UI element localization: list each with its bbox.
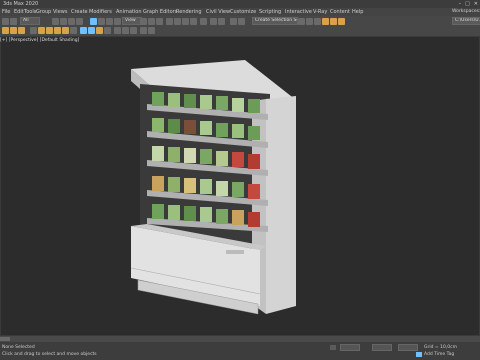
edit-named-selection-icon[interactable] [200, 18, 207, 25]
rendered-frame-window-icon[interactable] [330, 18, 337, 25]
menu-create[interactable]: Create [71, 8, 88, 16]
display-case-model[interactable] [0, 36, 480, 336]
lights-tab-icon[interactable] [96, 27, 103, 34]
grid-size: Grid = 10,0cm [424, 345, 457, 350]
use-pivot-center-icon[interactable] [140, 18, 147, 25]
align-icon[interactable] [218, 18, 225, 25]
render-production-icon[interactable] [338, 18, 345, 25]
selection-status: None Selected [2, 345, 35, 350]
create-icon[interactable] [30, 27, 37, 34]
maximize-button[interactable]: □ [465, 0, 470, 8]
light-icon[interactable] [38, 27, 45, 34]
shapes-icon[interactable] [88, 27, 95, 34]
add-time-tag[interactable]: Add Time Tag [424, 352, 454, 357]
rectangular-selection-icon[interactable] [68, 18, 75, 25]
camera-icon[interactable] [46, 27, 53, 34]
minimize-button[interactable]: – [459, 0, 462, 8]
project-path-field[interactable]: C:\Users\U...\3ds [452, 17, 480, 25]
menu-help[interactable]: Help [352, 8, 363, 16]
menu-civil-view[interactable]: Civil View [206, 8, 230, 16]
workspaces-label: Workspaces: [452, 9, 480, 14]
undo-icon[interactable] [2, 18, 9, 25]
unlink-icon[interactable] [10, 27, 17, 34]
z-coordinate-field[interactable] [398, 344, 418, 351]
select-object-icon[interactable] [52, 18, 59, 25]
snaps-toggle-icon[interactable] [166, 18, 173, 25]
space-warp-icon[interactable] [62, 27, 69, 34]
mirror-icon[interactable] [210, 18, 217, 25]
bind-space-warp-icon[interactable] [18, 27, 25, 34]
hierarchy-icon[interactable] [122, 27, 129, 34]
prompt-line: Click and drag to select and move object… [2, 352, 97, 357]
geometry-icon[interactable] [80, 27, 87, 34]
time-slider-thumb[interactable] [0, 337, 10, 341]
named-selection-set-dropdown[interactable]: Create Selection Se [252, 17, 298, 25]
select-and-place-icon[interactable] [114, 18, 121, 25]
menu-animation[interactable]: Animation [116, 8, 142, 16]
cameras-tab-icon[interactable] [104, 27, 111, 34]
lock-selection-icon[interactable] [330, 345, 336, 350]
select-by-name-icon[interactable] [60, 18, 67, 25]
menu-file[interactable]: File [2, 8, 10, 16]
redo-icon[interactable] [10, 18, 17, 25]
motion-icon[interactable] [130, 27, 137, 34]
display-icon[interactable] [140, 27, 147, 34]
menu-group[interactable]: Group [36, 8, 51, 16]
menu-customize[interactable]: Customize [230, 8, 256, 16]
app-title: 3ds Max 2020 [3, 1, 39, 7]
select-and-move-icon[interactable] [90, 18, 97, 25]
reference-coordinate-dropdown[interactable]: View [122, 17, 142, 25]
window-crossing-icon[interactable] [76, 18, 83, 25]
menu-vray[interactable]: V-Ray [313, 8, 327, 16]
helper-icon[interactable] [54, 27, 61, 34]
select-and-rotate-icon[interactable] [98, 18, 105, 25]
utilities-icon[interactable] [148, 27, 155, 34]
toggle-ribbon-icon[interactable] [238, 18, 245, 25]
spinner-snap-icon[interactable] [190, 18, 197, 25]
menu-content[interactable]: Content [330, 8, 350, 16]
menu-modifiers[interactable]: Modifiers [89, 8, 112, 16]
select-and-scale-icon[interactable] [106, 18, 113, 25]
menu-graph-editors[interactable]: Graph Editors [143, 8, 177, 16]
curve-editor-icon[interactable] [298, 18, 305, 25]
time-slider[interactable] [0, 336, 480, 342]
menu-edit[interactable]: Edit [14, 8, 24, 16]
layer-explorer-icon[interactable] [230, 18, 237, 25]
menu-bar: File Edit Tools Group Views Create Modif… [0, 8, 480, 16]
select-manipulate-icon[interactable] [148, 18, 155, 25]
angle-snap-icon[interactable] [174, 18, 181, 25]
menu-scripting[interactable]: Scripting [259, 8, 281, 16]
brand-plate [226, 250, 244, 254]
select-link-icon[interactable] [2, 27, 9, 34]
material-editor-icon[interactable] [314, 18, 321, 25]
side-panel [266, 96, 296, 314]
window-controls: – □ ✕ [459, 0, 478, 8]
schematic-view-icon[interactable] [306, 18, 313, 25]
title-bar: 3ds Max 2020 – □ ✕ [0, 0, 480, 8]
menu-views[interactable]: Views [53, 8, 67, 16]
x-coordinate-field[interactable] [340, 344, 360, 351]
percent-snap-icon[interactable] [182, 18, 189, 25]
close-button[interactable]: ✕ [474, 0, 478, 8]
menu-rendering[interactable]: Rendering [176, 8, 202, 16]
menu-tools[interactable]: Tools [24, 8, 36, 16]
menu-interactive[interactable]: Interactive [285, 8, 312, 16]
modify-icon[interactable] [114, 27, 121, 34]
main-toolbar: All View Create Selection Se C:\Users\U.… [0, 16, 480, 36]
y-coordinate-field[interactable] [372, 344, 392, 351]
systems-icon[interactable] [70, 27, 77, 34]
time-tag-icon[interactable] [416, 352, 422, 357]
selection-filter-dropdown[interactable]: All [20, 17, 40, 25]
render-setup-icon[interactable] [322, 18, 329, 25]
keyboard-shortcut-override-icon[interactable] [156, 18, 163, 25]
